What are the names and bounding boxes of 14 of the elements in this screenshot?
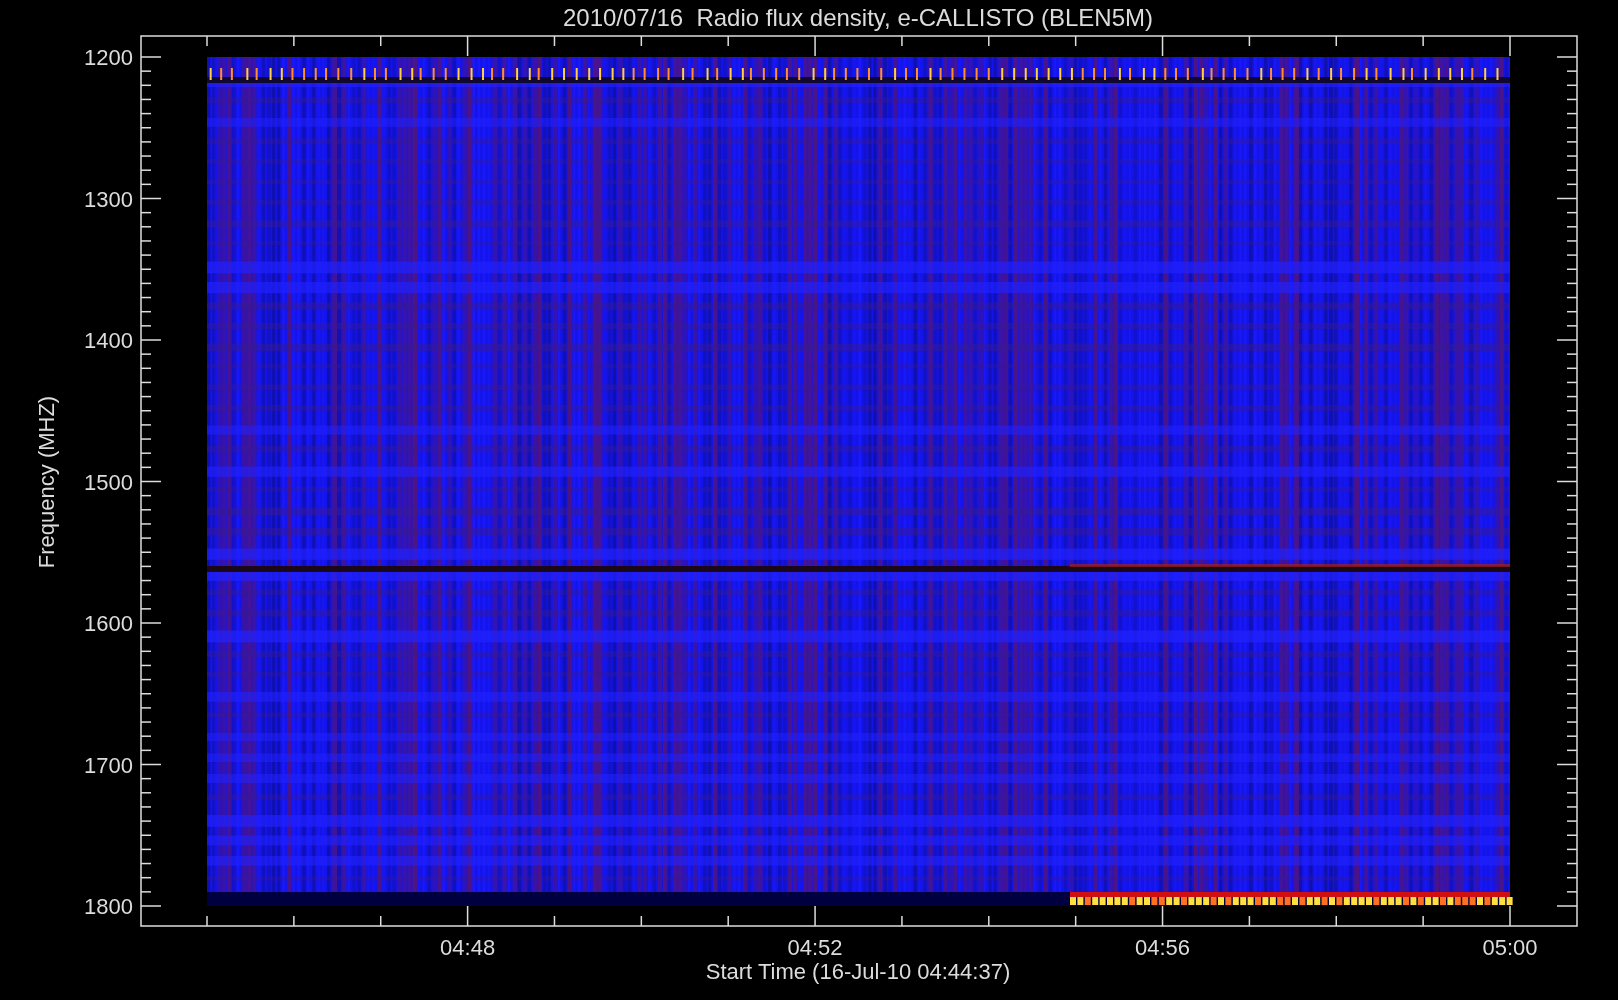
x-tick-label: 05:00 — [1482, 935, 1538, 960]
x-tick-label: 04:48 — [440, 935, 496, 960]
y-tick-label: 1600 — [84, 611, 133, 636]
x-tick-label: 04:56 — [1135, 935, 1191, 960]
x-axis-label: Start Time (16-Jul-10 04:44:37) — [705, 959, 1011, 984]
x-tick-label: 04:52 — [787, 935, 843, 960]
chart-title: 2010/07/16 Radio flux density, e-CALLISTO (BLEN5M) — [562, 4, 1154, 31]
y-tick-label: 1500 — [84, 469, 133, 495]
y-tick-label: 1800 — [84, 894, 133, 919]
y-tick-label: 1300 — [84, 186, 133, 212]
y-tick-label: 1700 — [84, 752, 133, 778]
y-tick-label: 1200 — [84, 45, 133, 70]
y-axis-label: Frequency (MHZ) — [34, 395, 59, 569]
y-tick-label: 1400 — [84, 328, 133, 353]
